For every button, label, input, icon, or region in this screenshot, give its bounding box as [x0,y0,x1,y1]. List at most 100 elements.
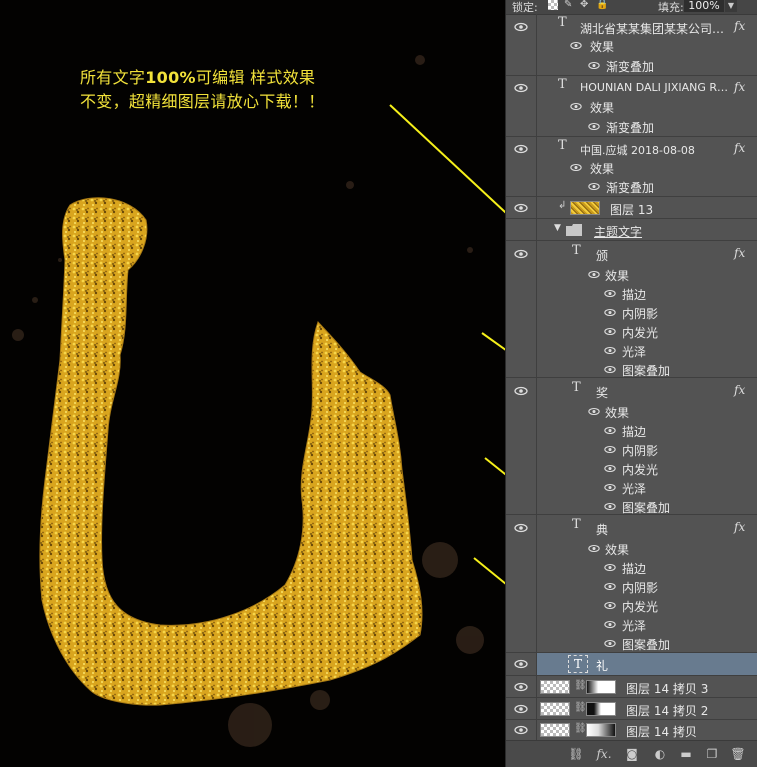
link-icon[interactable]: ⛓ [574,723,587,735]
adjustment-layer-icon[interactable]: ◐ [652,747,668,761]
layer-name[interactable]: 图层 14 拷贝 2 [626,702,708,719]
layer-thumbnail[interactable] [540,680,570,694]
effects-eye-icon[interactable] [570,163,582,172]
layer-row-copy-2[interactable]: ⛓ 图层 14 拷贝 2 [506,698,757,720]
layer-name[interactable]: 颁 [596,247,608,264]
layer-row-li[interactable]: T 礼 [506,653,757,676]
layer-thumbnail[interactable] [570,201,600,215]
effect-inner-glow[interactable]: 内发光 [622,598,658,615]
effect-stroke[interactable]: 描边 [622,423,646,440]
add-style-icon[interactable]: fx. [596,747,612,761]
new-layer-icon[interactable]: ❐ [704,747,720,761]
eye-icon[interactable] [514,725,528,735]
layer-thumbnail[interactable] [540,702,570,716]
effect-pattern-overlay[interactable]: 图案叠加 [622,636,670,653]
effect-pattern-overlay[interactable]: 图案叠加 [622,362,670,379]
effect-inner-shadow[interactable]: 内阴影 [622,305,658,322]
layer-row-image-13[interactable]: ↲ 图层 13 [506,197,757,219]
layer-row-dian[interactable]: T 典 fx 效果 描边 内阴影 内发光 光泽 图案叠加 [506,515,757,653]
effect-pattern-overlay[interactable]: 图案叠加 [622,499,670,516]
layer-row-jiang[interactable]: T 奖 fx 效果 描边 内阴影 内发光 光泽 图案叠加 [506,378,757,515]
effect-eye-icon[interactable] [588,61,600,70]
effect-eye-icon[interactable] [604,639,616,648]
group-expand-icon[interactable]: ▼ [554,223,561,233]
eye-icon[interactable] [514,659,528,669]
fx-icon[interactable]: fx [734,246,745,260]
effect-satin[interactable]: 光泽 [622,480,646,497]
lock-move-icon[interactable]: ✥ [580,0,590,10]
lock-brush-icon[interactable]: ✎ [564,0,574,10]
layer-name[interactable]: 礼 [596,657,608,674]
layer-row-copy[interactable]: ⛓ 图层 14 拷贝 [506,720,757,740]
layer-mask-thumbnail[interactable] [586,702,616,716]
effects-eye-icon[interactable] [588,270,600,279]
effect-satin[interactable]: 光泽 [622,343,646,360]
layer-name[interactable]: 典 [596,521,608,538]
effects-eye-icon[interactable] [588,544,600,553]
effect-stroke[interactable]: 描边 [622,560,646,577]
group-name[interactable]: 主题文字 [594,223,642,240]
effect-eye-icon[interactable] [604,327,616,336]
effect-eye-icon[interactable] [604,563,616,572]
layer-row-english[interactable]: T HOUNIAN DALI JIXIANG R… fx 效果 渐变叠加 [506,76,757,137]
effect-eye-icon[interactable] [604,289,616,298]
layer-name[interactable]: 图层 13 [610,201,653,218]
effect-eye-icon[interactable] [604,365,616,374]
lock-all-icon[interactable]: 🔒 [596,0,608,10]
effects-eye-icon[interactable] [570,102,582,111]
effect-gradient-overlay[interactable]: 渐变叠加 [606,58,654,75]
effect-stroke[interactable]: 描边 [622,286,646,303]
eye-icon[interactable] [514,523,528,533]
layer-row-ban[interactable]: T 颁 fx 效果 描边 内阴影 内发光 光泽 图案叠加 [506,241,757,378]
layer-name[interactable]: 奖 [596,384,608,401]
eye-icon[interactable] [514,203,528,213]
layer-row-copy-3[interactable]: ⛓ 图层 14 拷贝 3 [506,676,757,698]
link-icon[interactable]: ⛓ [574,702,587,714]
fx-icon[interactable]: fx [734,80,745,94]
effect-eye-icon[interactable] [604,582,616,591]
effects-eye-icon[interactable] [588,407,600,416]
effect-eye-icon[interactable] [604,601,616,610]
link-icon[interactable]: ⛓ [574,680,587,692]
effect-gradient-overlay[interactable]: 渐变叠加 [606,179,654,196]
effect-eye-icon[interactable] [588,122,600,131]
effect-eye-icon[interactable] [588,182,600,191]
effect-inner-shadow[interactable]: 内阴影 [622,442,658,459]
lock-transparent-icon[interactable] [548,0,558,10]
effect-inner-shadow[interactable]: 内阴影 [622,579,658,596]
effect-eye-icon[interactable] [604,346,616,355]
layer-name[interactable]: 湖北省某某集团某某公司… [580,20,724,37]
layer-mask-thumbnail[interactable] [586,680,616,694]
fx-icon[interactable]: fx [734,141,745,155]
new-group-icon[interactable]: ▬ [678,747,694,761]
effect-eye-icon[interactable] [604,502,616,511]
layer-thumbnail[interactable] [540,723,570,737]
add-mask-icon[interactable]: ◙ [624,747,640,761]
eye-icon[interactable] [514,386,528,396]
eye-icon[interactable] [514,83,528,93]
effect-inner-glow[interactable]: 内发光 [622,461,658,478]
delete-layer-icon[interactable]: 🗑 [730,747,746,761]
layer-row-company[interactable]: T 湖北省某某集团某某公司… fx 效果 渐变叠加 [506,14,757,76]
layer-group-title[interactable]: ▼ 主题文字 [506,219,757,241]
fx-icon[interactable]: fx [734,19,745,33]
effect-eye-icon[interactable] [604,308,616,317]
layer-mask-thumbnail[interactable] [586,723,616,737]
link-layers-icon[interactable]: ⛓ [568,747,584,761]
eye-icon[interactable] [514,22,528,32]
eye-icon[interactable] [514,249,528,259]
layer-name[interactable]: HOUNIAN DALI JIXIANG R… [580,81,728,94]
effect-eye-icon[interactable] [604,426,616,435]
fx-icon[interactable]: fx [734,383,745,397]
layer-row-date[interactable]: T 中国.应城 2018-08-08 fx 效果 渐变叠加 [506,137,757,197]
fx-icon[interactable]: fx [734,520,745,534]
eye-icon[interactable] [514,682,528,692]
fill-dropdown-icon[interactable]: ▼ [725,0,737,12]
effect-eye-icon[interactable] [604,445,616,454]
effect-inner-glow[interactable]: 内发光 [622,324,658,341]
effect-eye-icon[interactable] [604,483,616,492]
eye-icon[interactable] [514,704,528,714]
eye-icon[interactable] [514,144,528,154]
layer-name[interactable]: 图层 14 拷贝 [626,723,697,740]
layer-name[interactable]: 图层 14 拷贝 3 [626,680,708,697]
